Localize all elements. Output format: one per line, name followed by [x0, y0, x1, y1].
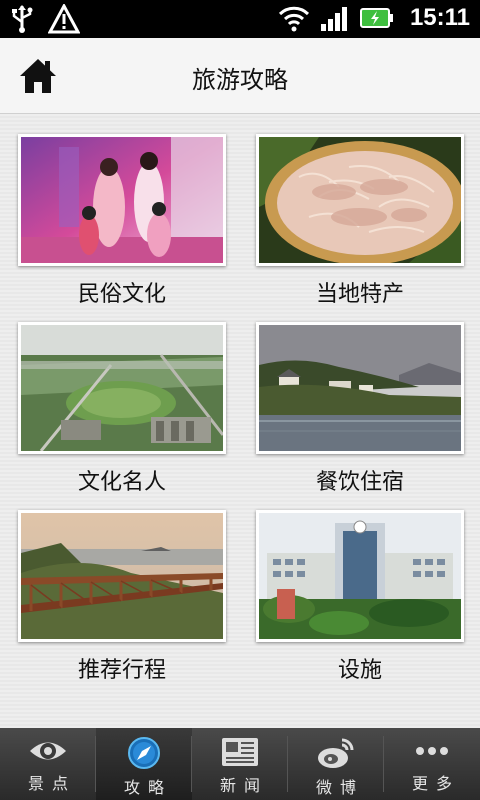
facilities-image [256, 510, 464, 642]
wifi-icon [278, 6, 309, 32]
eye-icon [30, 742, 66, 760]
nav-item-more[interactable]: 更多 [384, 728, 480, 800]
nav-item-guide[interactable]: 攻略 [96, 728, 192, 800]
tile-label: 民俗文化 [77, 282, 166, 307]
bottom-nav: 景点 攻略 新闻 微博 更多 [0, 728, 480, 800]
tile-label: 餐饮住宿 [315, 470, 404, 495]
tile-label: 当地特产 [315, 282, 404, 307]
app-header: 旅游攻略 [0, 38, 480, 114]
tile-label: 设施 [337, 658, 382, 683]
nav-item-news[interactable]: 新闻 [192, 728, 288, 800]
tile-recommended-itinerary[interactable]: 推荐行程 [18, 510, 226, 684]
nav-label: 新闻 [219, 776, 268, 795]
page-title: 旅游攻略 [192, 66, 288, 94]
weibo-icon [318, 738, 354, 768]
nav-label: 更多 [411, 774, 460, 793]
nav-item-weibo[interactable]: 微博 [288, 728, 384, 800]
battery-icon [359, 8, 393, 28]
compass-icon [128, 737, 160, 769]
status-bar: 15:11 [0, 0, 480, 38]
newspaper-icon [222, 738, 258, 766]
nav-item-scenic-spots[interactable]: 景点 [0, 728, 96, 800]
warning-icon [48, 4, 80, 34]
nav-label: 攻略 [123, 778, 172, 797]
tile-cultural-celebrities[interactable]: 文化名人 [18, 322, 226, 496]
status-time: 15:11 [409, 4, 470, 31]
tile-folk-culture[interactable]: 民俗文化 [18, 134, 226, 308]
tile-facilities[interactable]: 设施 [256, 510, 464, 684]
usb-icon [12, 5, 33, 33]
local-specialty-image [256, 134, 464, 266]
tile-label: 文化名人 [77, 470, 166, 495]
nav-label: 景点 [27, 774, 76, 793]
cultural-celebrities-image [18, 322, 226, 454]
recommended-itinerary-image [18, 510, 226, 642]
tile-dining-lodging[interactable]: 餐饮住宿 [256, 322, 464, 496]
nav-label: 微博 [315, 778, 364, 797]
signal-icon [320, 7, 347, 31]
guide-grid: 民俗文化 当地特产 文化名人 餐饮住宿 推荐行程 设施 [0, 114, 480, 728]
tile-label: 推荐行程 [77, 658, 166, 683]
more-icon [416, 747, 448, 755]
dining-lodging-image [256, 322, 464, 454]
tile-local-specialty[interactable]: 当地特产 [256, 134, 464, 308]
folk-culture-image [18, 134, 226, 266]
